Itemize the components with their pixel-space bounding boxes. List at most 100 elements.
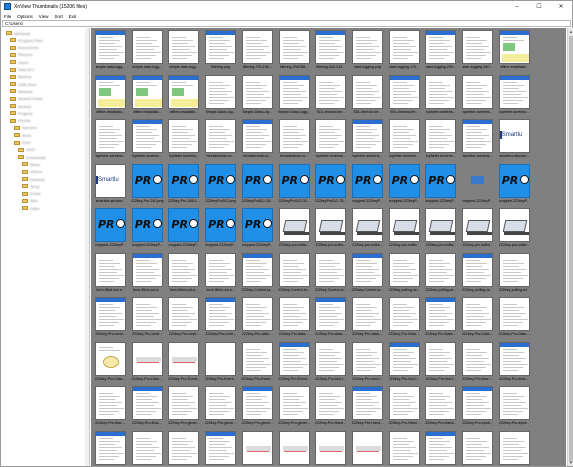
thumbnail-tile[interactable]: Simple-Data-Log... [204,74,237,115]
thumbnail-tile[interactable]: 222key-Pro-gener... [167,386,200,426]
tree-item[interactable]: Public [22,191,41,197]
tree-item[interactable]: Videos [22,169,42,175]
tree-item[interactable]: Shared Folder [10,96,43,102]
thumbnail-tile[interactable]: Simple-Data-Logg... [278,74,311,115]
thumbnail-tile[interactable]: 222key-Pro-Data-... [131,341,164,382]
thumbnail-tile[interactable]: Smartlu smartlus-structur... [498,119,531,159]
maximize-button[interactable]: ☐ [528,1,550,12]
thumbnail-tile[interactable]: 222key-Pro-Hand... [351,386,384,426]
tree-item[interactable]: Users [10,59,28,65]
thumbnail-tile[interactable]: 222key-Control-ta... [351,252,384,293]
thumbnail-tile[interactable]: PR 222keyPro512-15... [241,163,274,204]
thumbnail-tile[interactable]: 222key-Pro-Event... [278,341,311,382]
tree-item[interactable]: Pictures [10,52,32,58]
thumbnail-tile[interactable]: 222key-Pro-fool-t... [351,341,384,382]
thumbnail-tile[interactable]: 222key-Pro-releas... [241,430,274,466]
thumbnail-tile[interactable]: 222key-Pro-script... [424,430,457,466]
tree-item[interactable]: Data (D:) [10,67,34,73]
tree-item[interactable]: Screens [14,125,37,131]
thumbnail-tile[interactable]: offline-installatio... [498,30,531,70]
thumbnail-tile[interactable]: PR cropped-222keyP... [167,208,200,248]
thumbnail-tile[interactable]: 222key-Pro-Regul... [204,430,237,466]
thumbnail-tile[interactable]: tcpheter-screens... [461,119,494,159]
thumbnail-tile[interactable]: 222key-Pro-Event... [167,341,200,382]
thumbnail-tile[interactable]: 222key-Pro-contr... [204,297,237,337]
thumbnail-tile[interactable]: 222key-Pro-flow-... [131,386,164,426]
thumbnail-tile[interactable]: tcpheter-screens... [167,119,200,159]
thumbnail-tile[interactable]: 222key-Pro-Data-... [94,341,127,382]
thumbnail-tile[interactable]: 222key-Control-ta... [278,252,311,293]
scroll-up-arrow-icon[interactable]: ▲ [569,29,573,34]
thumbnail-tile[interactable]: tcpheter-screens... [424,119,457,159]
thumbnail-tile[interactable]: PR cropped-222keyP... [94,208,127,248]
thumbnail-tile[interactable]: filtering-20&288... [278,30,311,70]
thumbnail-tile[interactable]: cropped-222keyP... [461,163,494,204]
thumbnail-tile[interactable]: 222key-Control-ta... [241,252,274,293]
thumbnail-tile[interactable]: 222key-Pro-releas... [278,430,311,466]
thumbnail-tile[interactable]: tcpheter-screens... [314,119,347,159]
thumbnail-tile[interactable]: 222key-Pro-flow-... [94,386,127,426]
thumbnail-tile[interactable]: 222key-Pro-data-... [351,297,384,337]
menu-sort[interactable]: Sort [54,14,62,19]
thumbnail-tile[interactable]: 222key-pro-softw... [424,208,457,248]
thumbnail-tile[interactable]: tcpheter-screens... [424,74,457,115]
thumbnail-tile[interactable]: PR cropped-222keyP... [351,163,384,204]
thumbnail-tile[interactable]: PR 222keyPro512-30... [278,163,311,204]
thumbnail-tile[interactable]: start-logging-170... [388,30,421,70]
minimize-button[interactable]: – [506,1,528,12]
menu-file[interactable]: File [4,14,11,19]
thumbnail-tile[interactable]: tcpheter-screens... [351,119,384,159]
thumbnail-tile[interactable]: 222key-Pro-Event... [241,341,274,382]
tree-item[interactable]: Desktop [22,176,45,182]
thumbnail-tile[interactable]: SDL-timeout-ter... [351,74,384,115]
thumbnail-tile[interactable]: 222key-Pro-Event... [204,341,237,382]
thumbnail-tile[interactable]: 222key-polling-wi... [388,252,421,293]
thumbnail-tile[interactable]: 222key-Pro-script... [498,430,531,466]
thumbnail-tile[interactable]: 222key-Pro-data-... [278,297,311,337]
thumbnail-tile[interactable]: 222key-Pro-Hand... [388,386,421,426]
thumbnail-tile[interactable]: tcpheter-screens... [388,119,421,159]
scrollbar-thumb[interactable] [569,36,573,462]
thumbnail-tile[interactable]: SDL-timeout-ter... [388,74,421,115]
thumbnail-tile[interactable]: tcpheter-screens... [461,74,494,115]
thumbnail-tile[interactable]: Smartlu smartlus-structur... [94,163,127,204]
thumbnail-tile[interactable]: 222key-Pro-Hand... [314,386,347,426]
tree-item[interactable]: Network [10,88,33,94]
tree-item[interactable]: Photos [10,118,30,124]
thumbnail-tile[interactable]: form-filled-out-a... [131,252,164,293]
thumbnail-tile[interactable]: 222key-Pro-contr... [131,297,164,337]
tree-item[interactable]: Backup [10,74,31,80]
thumbnail-tile[interactable]: 222key-pro-softw... [388,208,421,248]
thumbnail-tile[interactable]: 222key-Pro-Data-... [461,297,494,337]
thumbnail-tile[interactable]: PR 222keyPro512.png [204,163,237,204]
thumbnail-tile[interactable]: 222key-Pro-Data-... [498,297,531,337]
thumbnail-tile[interactable]: offline-installatio... [167,74,200,115]
thumbnail-tile[interactable]: hexadecimal-co... [204,119,237,159]
thumbnail-tile[interactable]: PR cropped-222keyP... [241,208,274,248]
thumbnail-tile[interactable]: 222key-pro-softw... [278,208,311,248]
thumbnail-tile[interactable]: 222key-Pro-fool-t... [314,341,347,382]
thumbnail-tile[interactable]: 222key-Control-ta... [314,252,347,293]
tree-item[interactable]: Music [22,161,40,167]
thumbnail-tile[interactable]: tcpheter-screens... [131,119,164,159]
thumbnail-tile[interactable]: form-filled-out-a... [94,252,127,293]
tree-item[interactable]: Other [22,205,40,211]
thumbnail-tile[interactable]: Simple-Data-Log... [241,74,274,115]
thumbnail-tile[interactable]: 222key-Pro-Hand... [424,386,457,426]
thumbnail-tile[interactable]: 222key-polling-wi... [461,252,494,293]
thumbnail-tile[interactable]: PR 222key-Pro-348-1... [167,163,200,204]
tree-item[interactable]: Windows [6,30,30,36]
thumbnail-tile[interactable]: 222key-Pro-gener... [278,386,311,426]
thumbnail-tile[interactable]: simple-data-logg... [131,30,164,70]
thumbnail-tile[interactable]: 222key-polling-wi... [498,252,531,293]
thumbnail-tile[interactable]: 222key-Pro-Regul... [94,430,127,466]
thumbnail-tile[interactable]: PR cropped-222keyP... [204,208,237,248]
vertical-scrollbar[interactable]: ▲ ▼ [567,28,573,466]
thumbnail-tile[interactable]: start-logging-250... [424,30,457,70]
thumbnail-tile[interactable]: 222key-Pro-flow-... [498,341,531,382]
thumbnail-tile[interactable]: 222key-Pro-Regul... [131,430,164,466]
thumbnail-tile[interactable]: form-filled-out-a... [167,252,200,293]
thumbnail-tile[interactable]: tcpheter-screens... [94,119,127,159]
thumbnail-tile[interactable]: 222key-Pro-input... [498,386,531,426]
thumbnail-tile[interactable]: 222key-Pro-Data-... [424,297,457,337]
